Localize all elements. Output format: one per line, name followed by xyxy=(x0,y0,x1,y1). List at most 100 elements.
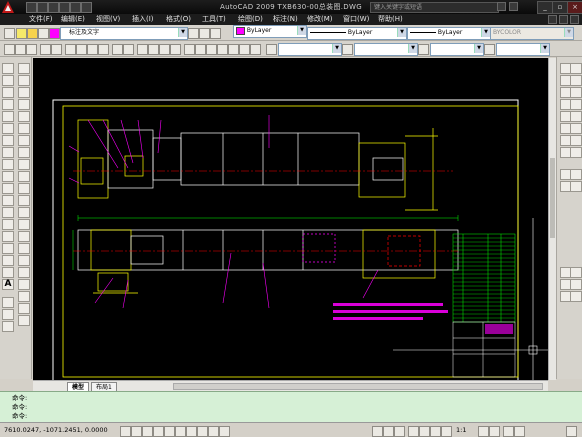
chevron-down-icon[interactable]: ▼ xyxy=(297,26,306,35)
ellipse-icon[interactable] xyxy=(2,171,14,182)
view-cube-icon[interactable] xyxy=(570,181,582,192)
multileader-style-combo[interactable]: ▼ xyxy=(496,43,550,56)
undo-icon[interactable] xyxy=(112,44,123,55)
object-snap-tracking-icon[interactable] xyxy=(175,426,186,437)
doc-restore-button[interactable] xyxy=(559,15,568,24)
erase-icon[interactable] xyxy=(18,63,30,74)
cut-icon[interactable] xyxy=(65,44,76,55)
match-properties-icon[interactable] xyxy=(98,44,109,55)
dimension-aligned-icon[interactable] xyxy=(18,267,30,278)
make-current-layer-icon[interactable] xyxy=(188,28,199,39)
ortho-mode-icon[interactable] xyxy=(142,426,153,437)
arc-icon[interactable] xyxy=(2,123,14,134)
join-icon[interactable] xyxy=(18,207,30,218)
dim-style-icon[interactable] xyxy=(342,44,353,55)
chevron-down-icon[interactable]: ▼ xyxy=(564,28,573,37)
copy-icon[interactable] xyxy=(76,44,87,55)
ucs-icon[interactable] xyxy=(570,169,582,180)
snap-tangent-icon[interactable] xyxy=(570,111,582,122)
explode-icon[interactable] xyxy=(18,243,30,254)
zoom-status-icon[interactable] xyxy=(419,426,430,437)
plot-preview-icon[interactable] xyxy=(51,44,62,55)
layer-manager-icon[interactable] xyxy=(2,297,14,308)
render-icon[interactable] xyxy=(570,267,582,278)
layer-color-icon[interactable] xyxy=(49,28,60,39)
table-style-combo[interactable]: ▼ xyxy=(430,43,484,56)
multiline-text-icon[interactable]: A xyxy=(2,279,14,290)
chevron-down-icon[interactable]: ▼ xyxy=(481,28,490,37)
tool-palettes-icon[interactable] xyxy=(206,44,217,55)
coordinate-display[interactable]: 7610.0247, -1071.2451, 0.0000 xyxy=(4,426,108,434)
dynamic-input-icon[interactable] xyxy=(197,426,208,437)
showmotion-icon[interactable] xyxy=(441,426,452,437)
light-icon[interactable] xyxy=(570,279,582,290)
revision-cloud-icon[interactable] xyxy=(2,147,14,158)
rotate-icon[interactable] xyxy=(18,135,30,146)
zoom-realtime-icon[interactable] xyxy=(148,44,159,55)
snap-mode-icon[interactable] xyxy=(120,426,131,437)
pan-status-icon[interactable] xyxy=(408,426,419,437)
menu-modify[interactable]: 修改(M) xyxy=(307,14,333,25)
calculator-icon[interactable] xyxy=(239,44,250,55)
menu-draw[interactable]: 绘图(D) xyxy=(238,14,263,25)
leader-icon[interactable] xyxy=(18,315,30,326)
doc-minimize-button[interactable] xyxy=(548,15,557,24)
layer-properties-icon[interactable] xyxy=(4,28,15,39)
menu-edit[interactable]: 编辑(E) xyxy=(61,14,85,25)
construction-line-icon[interactable] xyxy=(2,75,14,86)
table-icon[interactable] xyxy=(2,267,14,278)
stretch-icon[interactable] xyxy=(18,159,30,170)
command-window[interactable]: 命令: 命令: 命令: xyxy=(0,391,582,422)
polar-tracking-icon[interactable] xyxy=(153,426,164,437)
chevron-down-icon[interactable]: ▼ xyxy=(397,28,406,37)
region-icon[interactable] xyxy=(2,255,14,266)
polyline-icon[interactable] xyxy=(2,87,14,98)
chevron-down-icon[interactable]: ▼ xyxy=(540,44,549,53)
chevron-down-icon[interactable]: ▼ xyxy=(408,44,417,53)
multileader-style-icon[interactable] xyxy=(484,44,495,55)
point-icon[interactable] xyxy=(2,219,14,230)
quick-view-icon[interactable] xyxy=(394,426,405,437)
polygon-icon[interactable] xyxy=(2,99,14,110)
dimension-radius-icon[interactable] xyxy=(18,279,30,290)
offset-icon[interactable] xyxy=(18,99,30,110)
annotation-scale-label[interactable]: 1:1 xyxy=(456,426,466,434)
move-icon[interactable] xyxy=(18,123,30,134)
snap-apparent-icon[interactable] xyxy=(570,87,582,98)
search-input[interactable]: 键入关键字或短语 xyxy=(370,2,499,13)
zoom-previous-icon[interactable] xyxy=(170,44,181,55)
trim-icon[interactable] xyxy=(18,171,30,182)
ellipse-arc-icon[interactable] xyxy=(2,183,14,194)
design-center-icon[interactable] xyxy=(195,44,206,55)
fillet-icon[interactable] xyxy=(18,231,30,242)
extend-icon[interactable] xyxy=(18,183,30,194)
menu-help[interactable]: 帮助(H) xyxy=(378,14,403,25)
quick-properties-icon[interactable] xyxy=(219,426,230,437)
array-icon[interactable] xyxy=(18,111,30,122)
chevron-down-icon[interactable]: ▼ xyxy=(474,44,483,53)
menu-tools[interactable]: 工具(T) xyxy=(202,14,226,25)
mirror-icon[interactable] xyxy=(18,87,30,98)
lock-icon[interactable] xyxy=(38,28,49,39)
layer-previous-icon[interactable] xyxy=(199,28,210,39)
snap-from-icon[interactable] xyxy=(570,63,582,74)
dynamic-ucs-icon[interactable] xyxy=(186,426,197,437)
table-style-icon[interactable] xyxy=(418,44,429,55)
make-block-icon[interactable] xyxy=(2,207,14,218)
layout-icon[interactable] xyxy=(383,426,394,437)
zoom-window-icon[interactable] xyxy=(159,44,170,55)
dimension-diameter-icon[interactable] xyxy=(18,291,30,302)
lightbulb-icon[interactable] xyxy=(16,28,27,39)
clean-screen-icon[interactable] xyxy=(566,426,577,437)
sheet-set-icon[interactable] xyxy=(217,44,228,55)
spline-icon[interactable] xyxy=(2,159,14,170)
pan-icon[interactable] xyxy=(137,44,148,55)
vertical-scrollbar[interactable] xyxy=(548,58,556,380)
hatch-icon[interactable] xyxy=(2,231,14,242)
close-button[interactable]: × xyxy=(567,1,582,14)
rectangle-icon[interactable] xyxy=(2,111,14,122)
snap-parallel-icon[interactable] xyxy=(570,123,582,134)
scale-icon[interactable] xyxy=(18,147,30,158)
horizontal-scrollbar[interactable] xyxy=(173,383,543,390)
chamfer-icon[interactable] xyxy=(18,219,30,230)
